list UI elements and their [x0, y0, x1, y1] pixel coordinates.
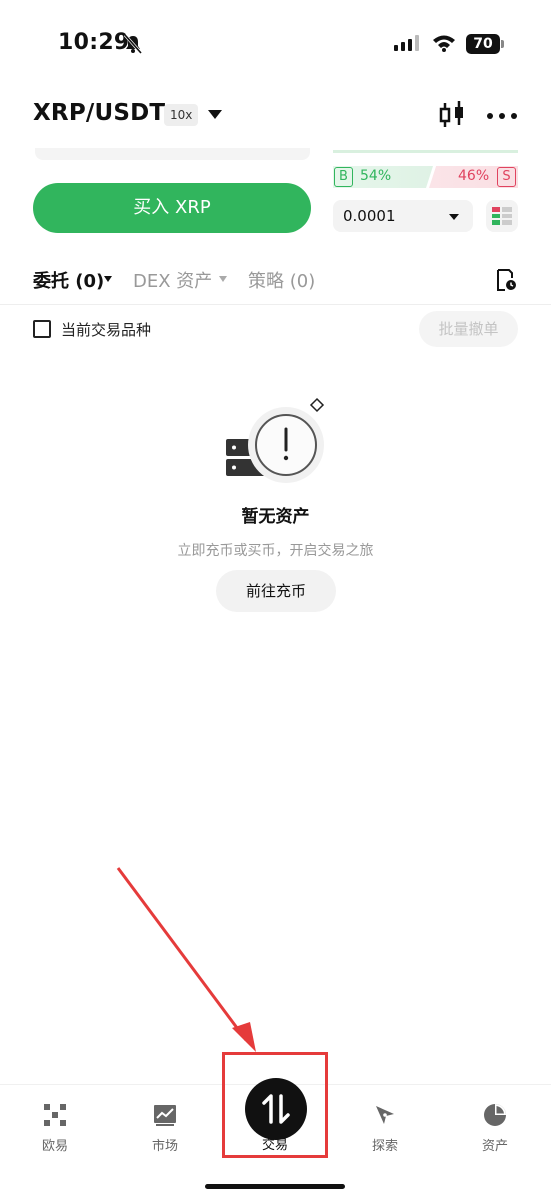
pair-title[interactable]: XRP/USDT — [33, 100, 165, 126]
tab-orders[interactable]: 委托 (0) — [33, 267, 104, 293]
more-options-icon[interactable] — [486, 112, 518, 120]
buy-sell-ratio: B 54% 46% S — [333, 166, 518, 188]
empty-assets-icon — [226, 397, 325, 483]
bell-muted-icon — [123, 34, 143, 54]
empty-state-title: 暂无资产 — [241, 507, 310, 527]
nav-label-okx: 欧易 — [41, 1139, 68, 1154]
tabs-divider — [0, 304, 551, 305]
empty-state-subtitle: 立即充币或买币，开启交易之旅 — [177, 543, 374, 559]
buy-ratio-value: 54% — [360, 168, 392, 184]
home-indicator — [205, 1184, 345, 1189]
order-history-icon[interactable] — [494, 268, 518, 292]
compass-icon — [376, 1106, 394, 1124]
nav-label-assets: 资产 — [481, 1139, 508, 1154]
nav-label-explore: 探索 — [371, 1139, 398, 1154]
sell-badge: S — [497, 167, 516, 187]
leverage-badge[interactable]: 10x — [164, 104, 199, 126]
buy-badge: B — [334, 167, 353, 187]
okx-logo-icon — [44, 1104, 66, 1126]
current-pair-label[interactable]: 当前交易品种 — [61, 319, 151, 340]
orderbook-layout-icon — [492, 207, 512, 225]
market-chart-icon — [154, 1105, 176, 1126]
battery-level: 70 — [466, 34, 500, 54]
pie-chart-icon — [484, 1104, 506, 1126]
nav-item-explore[interactable]: 探索 — [330, 1085, 440, 1165]
tab-orders-caret-icon — [104, 276, 112, 282]
go-deposit-button[interactable]: 前往充币 — [216, 570, 336, 612]
amount-slider-remnant[interactable] — [35, 148, 310, 160]
sell-ratio-value: 46% — [458, 168, 490, 184]
tab-strategy[interactable]: 策略 (0) — [248, 267, 315, 293]
battery-tip — [501, 40, 504, 48]
buy-button[interactable]: 买入 XRP — [33, 183, 311, 233]
nav-item-okx[interactable]: 欧易 — [0, 1085, 110, 1165]
nav-item-assets[interactable]: 资产 — [440, 1085, 550, 1165]
orderbook-layout-button[interactable] — [486, 200, 518, 232]
annotation-highlight-box — [222, 1052, 328, 1158]
tab-dex-caret-icon — [219, 276, 227, 282]
candlestick-chart-icon[interactable] — [438, 100, 466, 130]
pair-dropdown-icon[interactable] — [208, 110, 222, 119]
depth-bar — [333, 150, 518, 153]
tab-dex-assets[interactable]: DEX 资产 — [133, 267, 212, 293]
nav-item-market[interactable]: 市场 — [110, 1085, 220, 1165]
current-pair-checkbox[interactable] — [33, 320, 51, 338]
chevron-down-icon — [449, 214, 459, 220]
cellular-signal-icon — [394, 35, 419, 51]
status-time: 10:29 — [58, 30, 130, 55]
wifi-icon — [433, 35, 455, 52]
cancel-all-button[interactable]: 批量撤单 — [419, 311, 518, 347]
nav-label-market: 市场 — [151, 1139, 178, 1154]
